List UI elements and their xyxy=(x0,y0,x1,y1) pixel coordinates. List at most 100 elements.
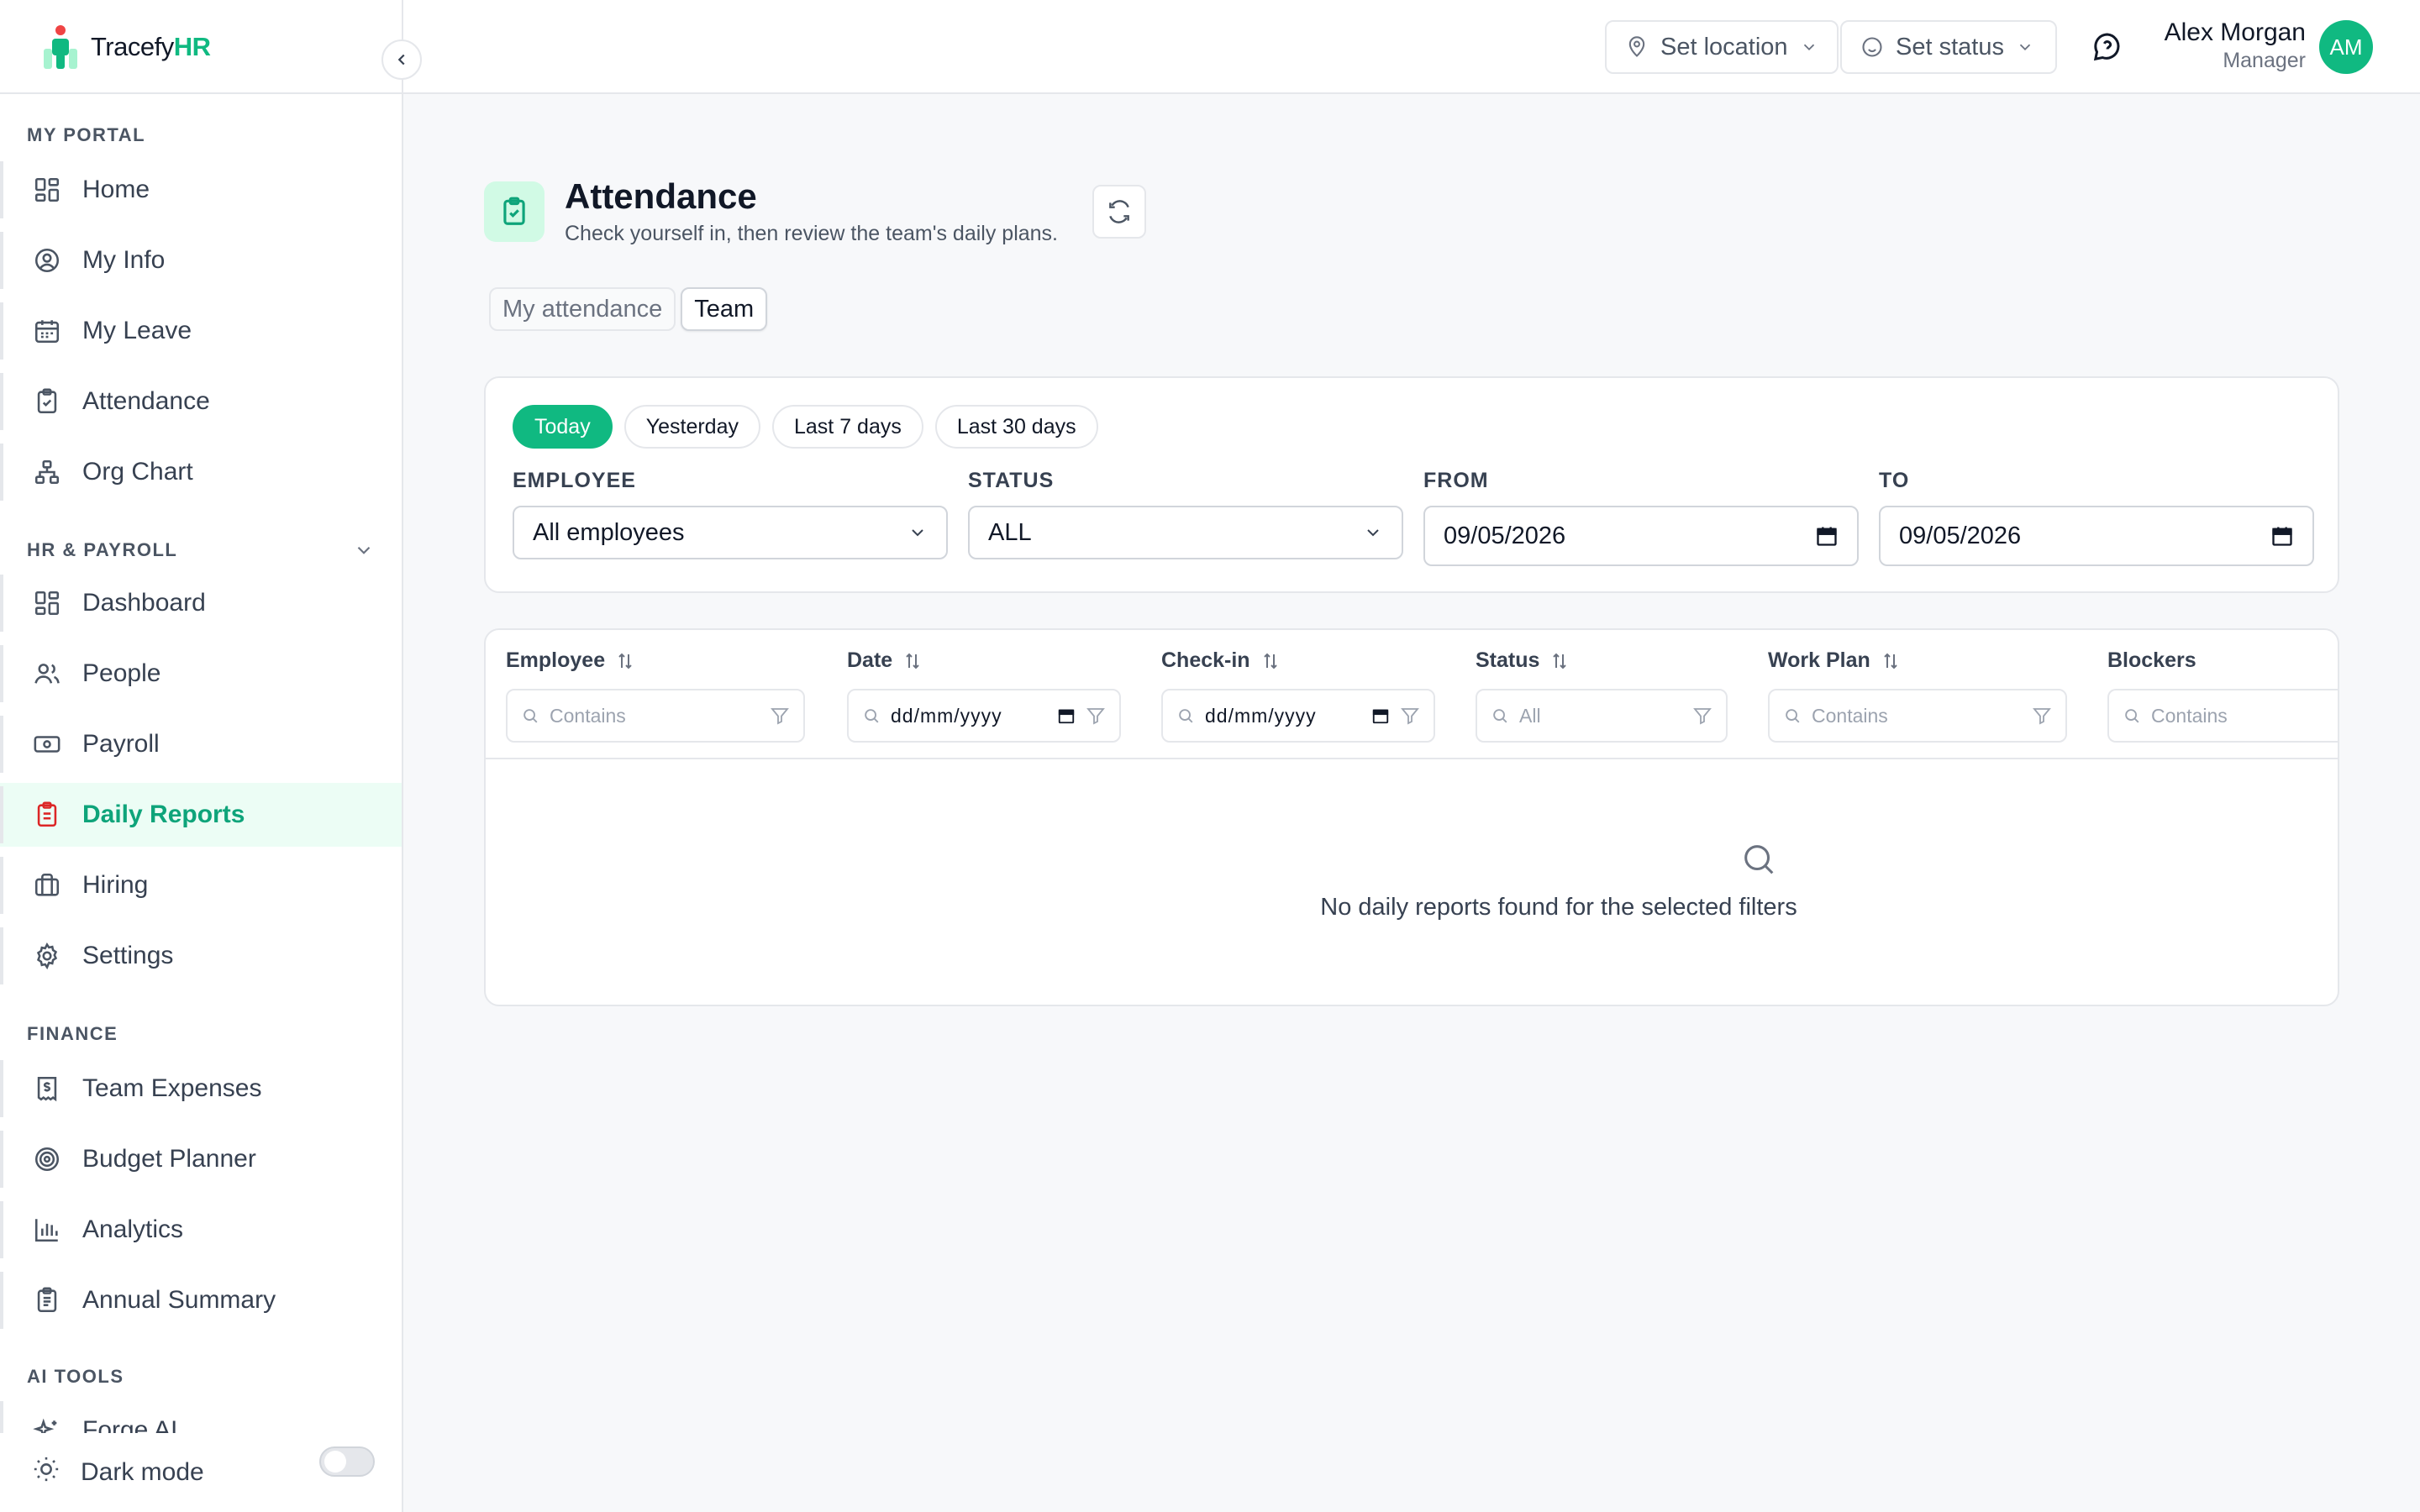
employee-select[interactable]: All employees xyxy=(513,506,948,559)
check-in-column-filter[interactable]: dd/mm/yyyy xyxy=(1161,689,1435,743)
help-icon[interactable] xyxy=(2091,30,2124,68)
view-tabs: My attendance Team xyxy=(489,287,768,331)
employee-select-value: All employees xyxy=(533,518,685,546)
set-location-button[interactable]: Set location xyxy=(1605,20,1839,74)
filter-icon[interactable] xyxy=(770,706,790,726)
tab-my-attendance[interactable]: My attendance xyxy=(489,287,676,331)
chevron-down-icon xyxy=(1803,44,1814,51)
column-header-blockers[interactable]: Blockers xyxy=(2107,648,2196,673)
from-date-label: FROM xyxy=(1423,469,1489,492)
dark-mode-toggle[interactable] xyxy=(319,1446,375,1477)
search-icon xyxy=(1739,840,1778,883)
sidebar-item-my-info[interactable]: My Info xyxy=(0,228,402,292)
sidebar-item-analytics[interactable]: Analytics xyxy=(0,1198,402,1262)
to-date-label: TO xyxy=(1879,469,1910,492)
sidebar: TracefyHR MY PORTAL Home My Info My Leav… xyxy=(0,0,403,1512)
sidebar-item-forge-ai[interactable]: Forge AI xyxy=(0,1398,402,1433)
blockers-filter-placeholder: Contains xyxy=(2151,704,2228,727)
set-status-button[interactable]: Set status xyxy=(1840,20,2057,74)
to-date-input[interactable]: 09/05/2026 xyxy=(1879,506,2314,566)
table-header: Employee Contains Date dd/mm/yyyy Check-… xyxy=(486,630,2338,759)
calendar-icon[interactable] xyxy=(1815,524,1839,548)
user-name[interactable]: Alex Morgan xyxy=(2165,18,2306,47)
filter-icon[interactable] xyxy=(1400,706,1420,726)
work-plan-filter-placeholder: Contains xyxy=(1812,704,1888,727)
org-chart-icon xyxy=(32,457,62,487)
sidebar-item-payroll[interactable]: Payroll xyxy=(0,712,402,776)
sidebar-item-daily-reports[interactable]: Daily Reports xyxy=(0,783,402,847)
search-icon xyxy=(523,709,538,723)
filter-icon[interactable] xyxy=(1086,706,1106,726)
status-select[interactable]: ALL xyxy=(968,506,1403,559)
chevron-left-icon xyxy=(397,54,405,66)
calendar-icon[interactable] xyxy=(2270,524,2294,548)
chevron-down-icon[interactable] xyxy=(353,539,375,565)
calendar-icon[interactable] xyxy=(1057,706,1076,725)
smile-icon xyxy=(1862,37,1882,57)
tab-team[interactable]: Team xyxy=(681,287,768,331)
range-yesterday-chip[interactable]: Yesterday xyxy=(623,405,760,449)
chevron-down-icon xyxy=(2019,44,2031,51)
range-today-chip[interactable]: Today xyxy=(513,405,613,449)
sort-icon[interactable] xyxy=(1549,651,1570,671)
sidebar-item-label: Daily Reports xyxy=(82,801,245,828)
column-header-status[interactable]: Status xyxy=(1476,648,1570,673)
sidebar-item-hiring[interactable]: Hiring xyxy=(0,853,402,917)
column-header-label: Status xyxy=(1476,648,1540,672)
section-hr-payroll: HR & PAYROLL xyxy=(27,539,178,560)
filter-icon[interactable] xyxy=(1692,706,1712,726)
clipboard-list-icon xyxy=(32,800,62,830)
chevron-down-icon xyxy=(912,529,923,537)
sidebar-item-label: Annual Summary xyxy=(82,1286,276,1314)
sort-icon[interactable] xyxy=(615,651,635,671)
sidebar-item-label: Dashboard xyxy=(82,589,206,617)
to-date-value: 09/05/2026 xyxy=(1899,522,2022,549)
sidebar-item-annual-summary[interactable]: Annual Summary xyxy=(0,1268,402,1332)
work-plan-column-filter[interactable]: Contains xyxy=(1768,689,2067,743)
sidebar-item-label: Analytics xyxy=(82,1215,184,1243)
sidebar-item-people[interactable]: People xyxy=(0,642,402,706)
sidebar-item-budget-planner[interactable]: Budget Planner xyxy=(0,1127,402,1191)
brand-logo[interactable]: TracefyHR xyxy=(40,24,211,71)
target-icon xyxy=(32,1144,62,1174)
gear-icon xyxy=(32,941,62,971)
sidebar-item-home[interactable]: Home xyxy=(0,158,402,222)
employee-column-filter[interactable]: Contains xyxy=(506,689,805,743)
column-header-check-in[interactable]: Check-in xyxy=(1161,648,1281,673)
grid-icon xyxy=(32,588,62,618)
receipt-icon xyxy=(32,1074,62,1104)
set-status-label: Set status xyxy=(1896,33,2004,60)
sidebar-item-org-chart[interactable]: Org Chart xyxy=(0,440,402,504)
calendar-icon xyxy=(32,316,62,346)
status-filter-placeholder: All xyxy=(1519,704,1541,727)
sort-icon[interactable] xyxy=(1881,651,1901,671)
sidebar-collapse-button[interactable] xyxy=(381,39,422,80)
sort-icon[interactable] xyxy=(902,651,923,671)
sidebar-item-attendance[interactable]: Attendance xyxy=(0,370,402,433)
sidebar-item-dashboard[interactable]: Dashboard xyxy=(0,571,402,635)
filter-icon[interactable] xyxy=(2032,706,2052,726)
status-column-filter[interactable]: All xyxy=(1476,689,1728,743)
sidebar-item-label: Team Expenses xyxy=(82,1074,262,1102)
from-date-input[interactable]: 09/05/2026 xyxy=(1423,506,1859,566)
sidebar-item-settings[interactable]: Settings xyxy=(0,924,402,988)
range-last-30-days-chip[interactable]: Last 30 days xyxy=(934,405,1098,449)
refresh-button[interactable] xyxy=(1092,185,1146,239)
sidebar-item-label: Home xyxy=(82,176,150,203)
column-header-employee[interactable]: Employee xyxy=(506,648,635,673)
dark-mode-label: Dark mode xyxy=(81,1458,204,1486)
column-header-date[interactable]: Date xyxy=(847,648,923,673)
date-column-filter[interactable]: dd/mm/yyyy xyxy=(847,689,1121,743)
sort-icon[interactable] xyxy=(1260,651,1281,671)
status-select-value: ALL xyxy=(988,518,1032,546)
avatar[interactable]: AM xyxy=(2319,20,2373,74)
sidebar-item-my-leave[interactable]: My Leave xyxy=(0,299,402,363)
blockers-column-filter[interactable]: Contains xyxy=(2107,689,2338,743)
sidebar-item-label: My Info xyxy=(82,246,166,274)
calendar-icon[interactable] xyxy=(1371,706,1390,725)
column-header-work-plan[interactable]: Work Plan xyxy=(1768,648,1901,673)
range-last-7-days-chip[interactable]: Last 7 days xyxy=(772,405,923,449)
sidebar-item-team-expenses[interactable]: Team Expenses xyxy=(0,1057,402,1121)
section-finance: FINANCE xyxy=(27,1023,118,1044)
sidebar-item-label: Settings xyxy=(82,942,174,969)
